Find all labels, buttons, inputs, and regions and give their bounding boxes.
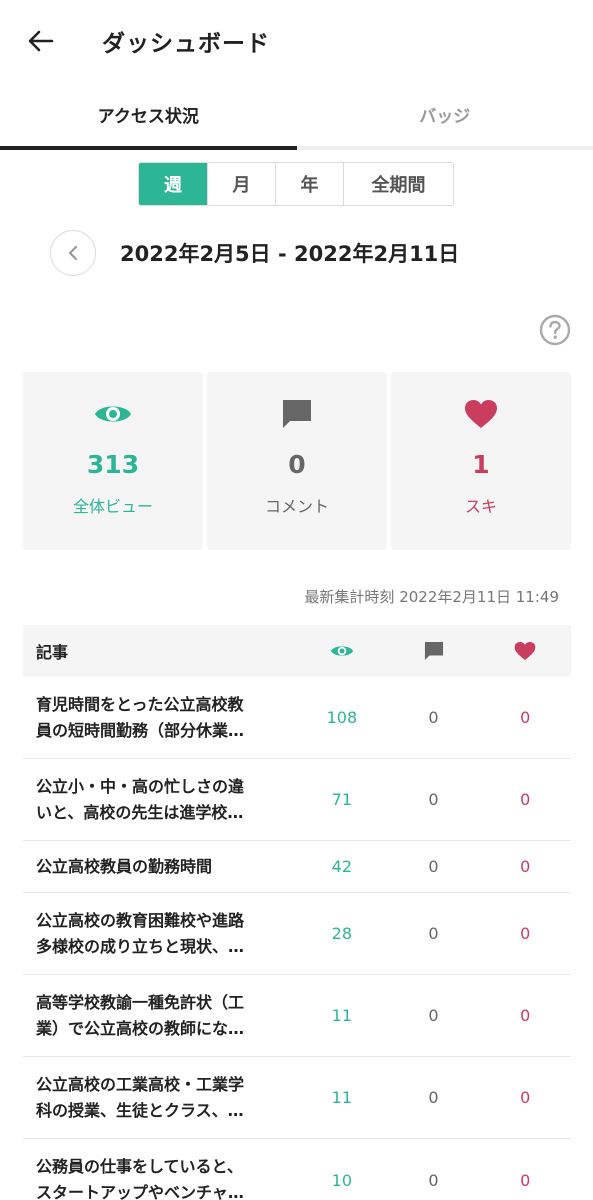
article-comments: 0 (428, 1170, 439, 1190)
article-views: 11 (331, 1006, 353, 1025)
column-comments (388, 640, 480, 662)
article-title-line: 科の授業、生徒とクラス、… (36, 1100, 244, 1120)
article-likes: 0 (520, 924, 531, 943)
table-row[interactable]: 公立高校の教育困難校や進路 多様校の成り立ちと現状、… 28 0 0 (23, 893, 571, 975)
article-title-line: 育児時間をとった公立高校教 (36, 694, 244, 714)
article-title-line: 公立小・中・高の忙しさの違 (36, 776, 245, 796)
article-title-line: 員の短時間勤務（部分休業… (36, 720, 245, 740)
views-total: 313 (86, 450, 140, 479)
article-title-line: 公立高校の工業高校・工業学 (36, 1074, 245, 1094)
eye-icon (94, 396, 132, 432)
period-month[interactable]: 月 (207, 163, 275, 205)
previous-period-button[interactable] (50, 230, 96, 276)
article-comments: 0 (428, 1088, 439, 1107)
table-row[interactable]: 育児時間をとった公立高校教 員の短時間勤務（部分休業… 108 0 0 (23, 677, 571, 759)
article-title-line: 業）で公立高校の教師にな… (36, 1018, 245, 1038)
likes-card: 1 スキ (391, 372, 571, 550)
comment-icon (280, 396, 314, 432)
table-row[interactable]: 公立高校教員の勤務時間 42 0 0 (23, 841, 571, 893)
period-selector: 週 月 年 全期間 (138, 162, 454, 206)
column-views (296, 643, 388, 659)
article-title: 公務員の仕事をしていると、 スタートアップやベンチャ… (23, 1154, 296, 1200)
chevron-left-icon (68, 245, 78, 261)
likes-total: 1 (472, 450, 490, 479)
article-comments: 0 (428, 790, 439, 809)
article-title-line: 公立高校の教育困難校や進路 (36, 910, 245, 930)
date-range-row: 2022年2月5日 - 2022年2月11日 (50, 230, 459, 276)
table-row[interactable]: 公務員の仕事をしていると、 スタートアップやベンチャ… 10 0 0 (23, 1139, 571, 1200)
back-arrow-icon[interactable] (24, 24, 58, 58)
views-label: 全体ビュー (72, 497, 153, 516)
article-title-line: いと、高校の先生は進学校… (36, 802, 244, 822)
article-likes: 0 (520, 790, 531, 809)
article-title-line: 公立高校教員の勤務時間 (36, 856, 213, 876)
article-title-line: 高等学校教諭一種免許状（工 (36, 992, 245, 1012)
article-title-line: 多様校の成り立ちと現状、… (36, 936, 245, 956)
tab-badges[interactable]: バッジ (297, 82, 593, 146)
stats-cards: 313 全体ビュー 0 コメント 1 スキ (23, 372, 571, 550)
article-views: 28 (331, 924, 353, 943)
period-week[interactable]: 週 (139, 163, 207, 205)
views-card: 313 全体ビュー (23, 372, 203, 550)
table-row[interactable]: 公立小・中・高の忙しさの違 いと、高校の先生は進学校… 71 0 0 (23, 759, 571, 841)
articles-table: 記事 育児時間をとった公立高校教 員の短時間勤務（部分休業… 108 0 0 公… (23, 625, 571, 1200)
help-icon[interactable] (539, 314, 571, 346)
active-tab-indicator (0, 146, 297, 150)
comments-label: コメント (264, 497, 329, 516)
comments-total: 0 (288, 450, 306, 479)
tab-bar: アクセス状況 バッジ (0, 82, 593, 150)
article-comments: 0 (428, 708, 439, 727)
article-views: 108 (326, 708, 358, 727)
article-title: 公立高校の教育困難校や進路 多様校の成り立ちと現状、… (23, 908, 296, 960)
article-title: 育児時間をとった公立高校教 員の短時間勤務（部分休業… (23, 692, 296, 744)
article-title: 公立小・中・高の忙しさの違 いと、高校の先生は進学校… (23, 774, 296, 826)
article-views: 10 (331, 1170, 353, 1190)
article-views: 11 (331, 1088, 353, 1107)
article-title: 公立高校の工業高校・工業学 科の授業、生徒とクラス、… (23, 1072, 296, 1124)
article-comments: 0 (428, 924, 439, 943)
article-views: 71 (331, 790, 353, 809)
comments-card: 0 コメント (207, 372, 387, 550)
page-title: ダッシュボード (102, 31, 270, 57)
article-comments: 0 (428, 857, 439, 876)
column-likes (479, 641, 571, 661)
app-header: ダッシュボード (0, 0, 593, 82)
article-likes: 0 (520, 1006, 531, 1025)
table-row[interactable]: 高等学校教諭一種免許状（工 業）で公立高校の教師にな… 11 0 0 (23, 975, 571, 1057)
comment-icon (424, 641, 443, 661)
table-header: 記事 (23, 625, 571, 677)
article-likes: 0 (520, 857, 531, 876)
heart-icon (464, 396, 498, 432)
article-views: 42 (331, 857, 353, 876)
table-row[interactable]: 公立高校の工業高校・工業学 科の授業、生徒とクラス、… 11 0 0 (23, 1057, 571, 1139)
article-title: 高等学校教諭一種免許状（工 業）で公立高校の教師にな… (23, 990, 296, 1042)
article-title-line: スタートアップやベンチャ… (36, 1183, 244, 1200)
heart-icon (514, 641, 536, 661)
article-title: 公立高校教員の勤務時間 (23, 854, 296, 880)
article-likes: 0 (520, 708, 531, 727)
last-updated-timestamp: 最新集計時刻 2022年2月11日 11:49 (304, 588, 559, 606)
article-title-line: 公務員の仕事をしていると、 (36, 1157, 243, 1176)
eye-icon (330, 646, 353, 656)
likes-label: スキ (464, 497, 497, 516)
column-header-article: 記事 (36, 643, 69, 662)
article-likes: 0 (520, 1088, 531, 1107)
article-likes: 0 (520, 1170, 531, 1190)
period-year[interactable]: 年 (275, 163, 343, 205)
date-range-label: 2022年2月5日 - 2022年2月11日 (120, 242, 460, 266)
tab-access[interactable]: アクセス状況 (0, 82, 297, 146)
period-all[interactable]: 全期間 (343, 163, 453, 205)
article-comments: 0 (428, 1006, 439, 1025)
